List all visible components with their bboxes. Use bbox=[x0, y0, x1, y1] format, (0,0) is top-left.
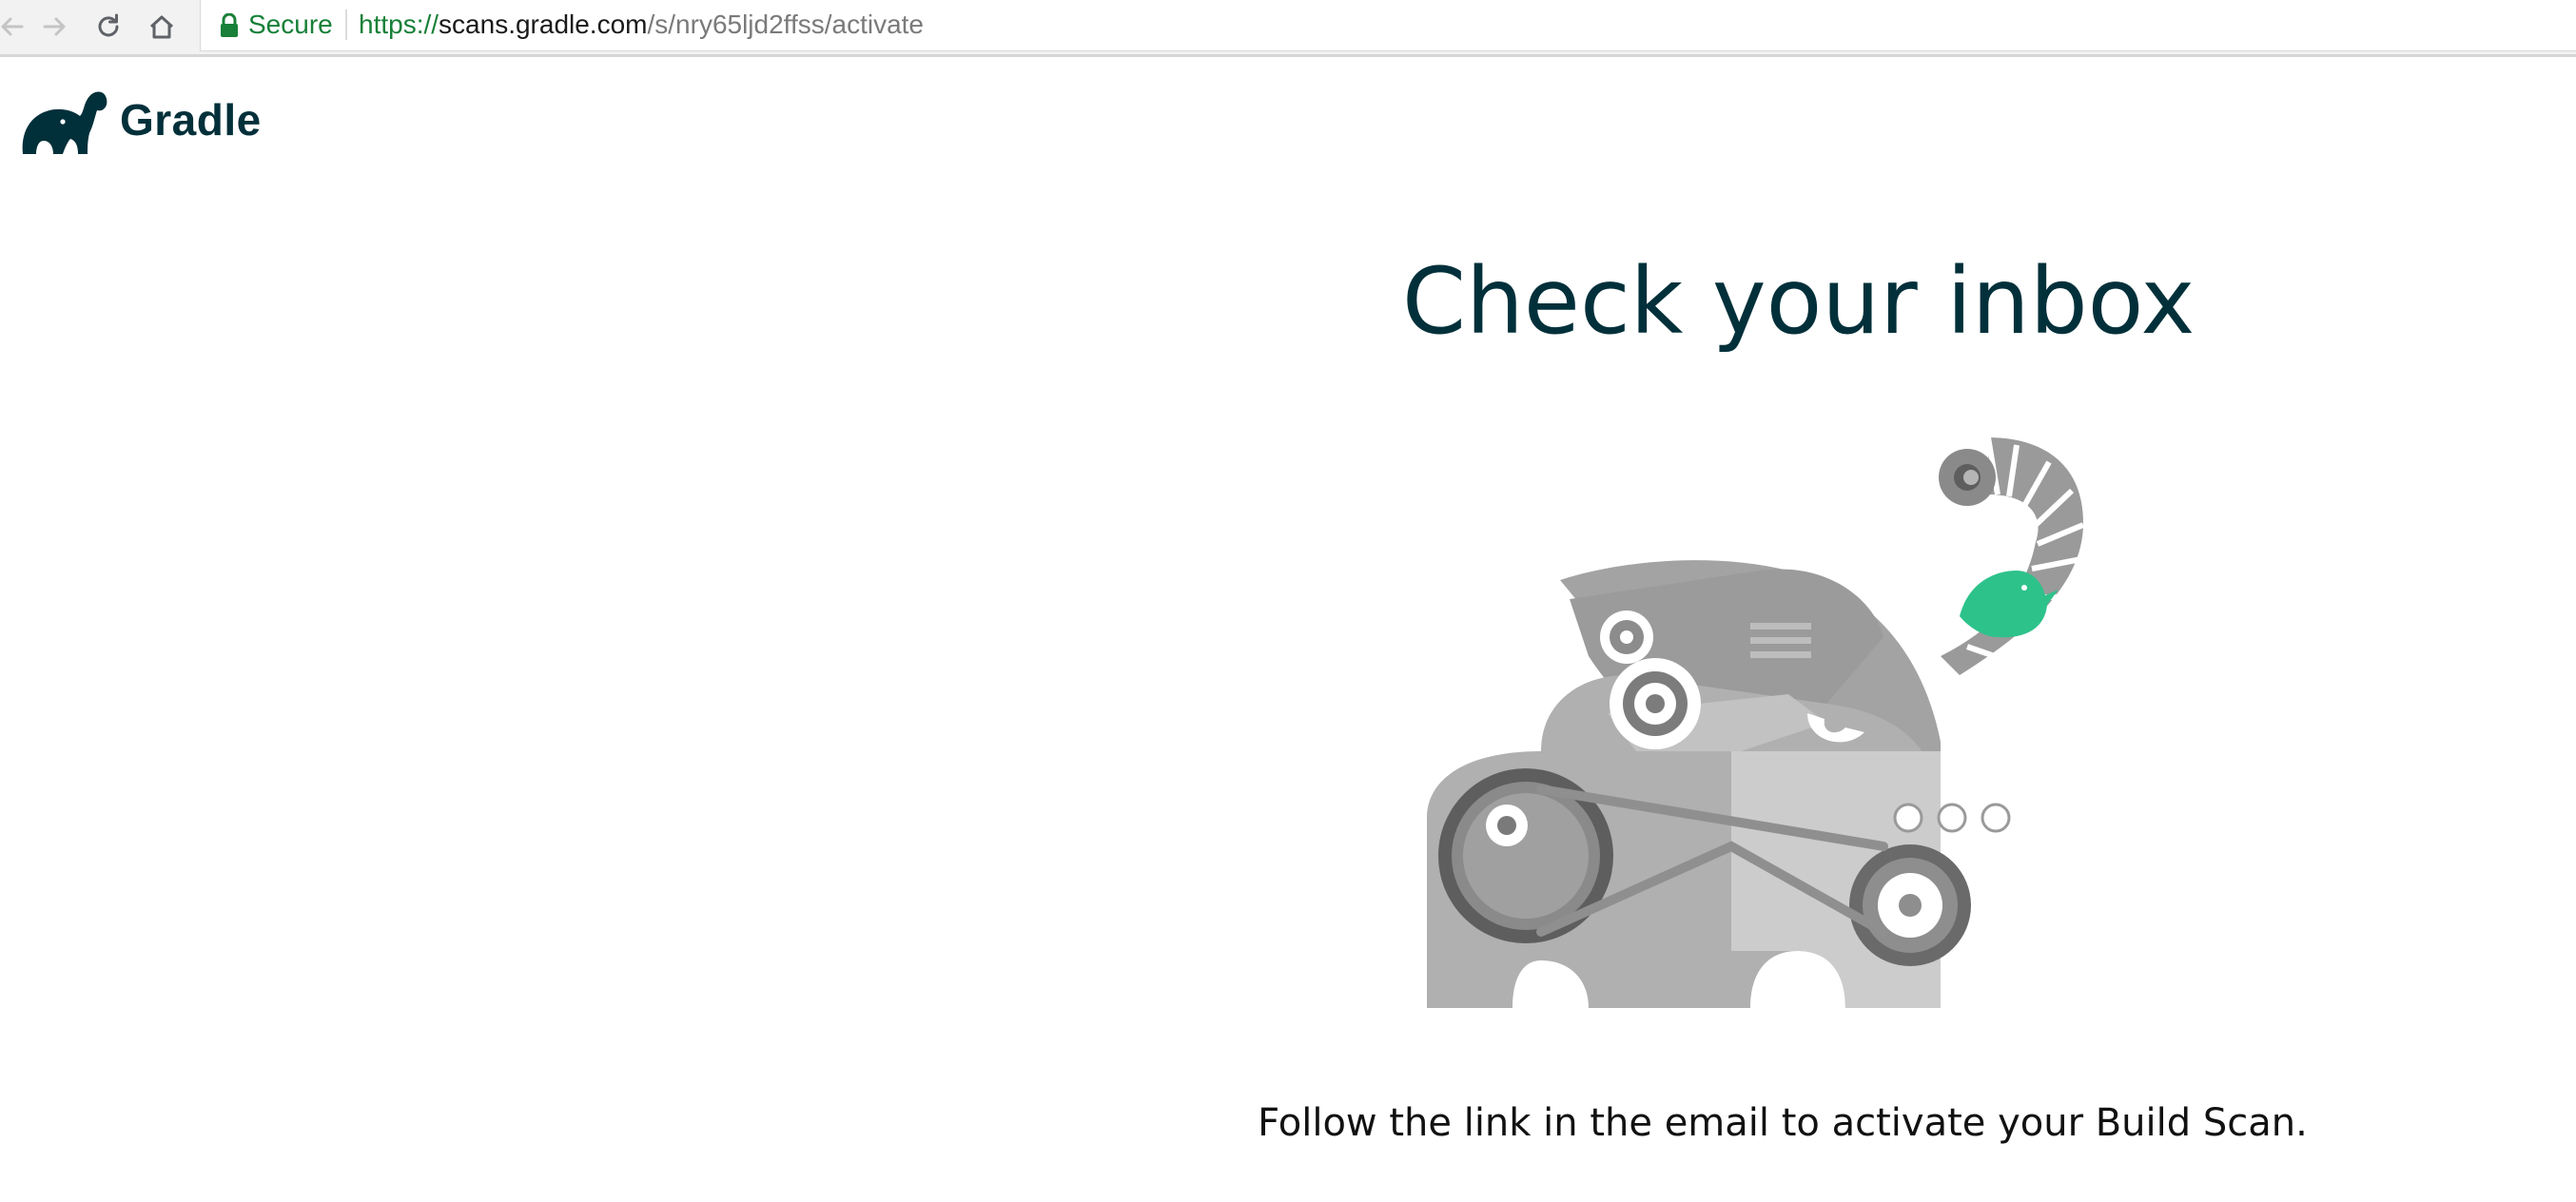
home-icon bbox=[149, 15, 174, 39]
gradle-logo-link[interactable]: Gradle bbox=[21, 84, 262, 156]
address-bar[interactable]: Secure https://scans.gradle.com/s/nry65l… bbox=[200, 0, 2576, 51]
small-gear bbox=[1600, 611, 1653, 664]
gauges bbox=[1893, 803, 2011, 833]
medium-gear bbox=[1610, 658, 1701, 749]
url-host: scans.gradle.com bbox=[439, 10, 648, 39]
back-icon bbox=[1, 17, 24, 36]
reload-button[interactable] bbox=[89, 8, 127, 46]
page-title: Check your inbox bbox=[1402, 248, 2195, 355]
url-scheme: https:// bbox=[359, 10, 439, 39]
right-wheel bbox=[1849, 844, 1971, 966]
forward-icon bbox=[43, 17, 66, 36]
url-text[interactable]: https://scans.gradle.com/s/nry65ljd2ffss… bbox=[359, 9, 924, 41]
instruction-message: Follow the link in the email to activate… bbox=[1258, 1101, 2308, 1145]
brand-name: Gradle bbox=[120, 95, 262, 145]
lock-icon bbox=[221, 13, 238, 37]
forward-button[interactable] bbox=[36, 8, 74, 46]
elephant-logo-icon bbox=[22, 91, 107, 154]
reload-icon bbox=[98, 13, 119, 37]
browser-toolbar: Secure https://scans.gradle.com/s/nry65l… bbox=[0, 0, 2576, 57]
url-path: /s/nry65ljd2ffss/activate bbox=[647, 10, 924, 39]
security-status-label: Secure bbox=[248, 10, 333, 39]
back-button[interactable] bbox=[0, 8, 30, 46]
mechanical-elephant-illustration bbox=[1427, 437, 2085, 1008]
trunk-segments bbox=[1939, 437, 2085, 675]
home-button[interactable] bbox=[143, 8, 181, 46]
address-divider bbox=[345, 10, 347, 40]
